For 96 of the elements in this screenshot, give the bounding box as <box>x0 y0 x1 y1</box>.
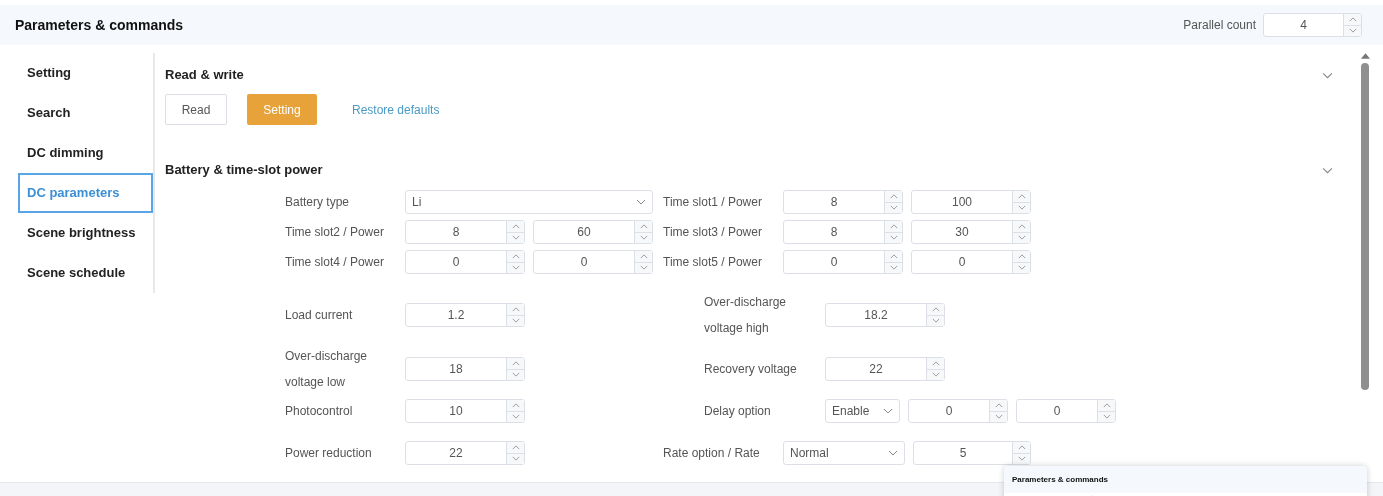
increment-icon <box>889 193 898 199</box>
dropdown[interactable]: Enable <box>825 399 900 423</box>
field-label: Rate option / Rate <box>663 445 761 462</box>
decrement-icon <box>889 265 898 271</box>
caret-icon <box>883 408 893 414</box>
number-input[interactable]: 1.2 <box>405 303 525 327</box>
field-label: Over-discharge voltage high <box>704 294 788 337</box>
decrement-icon <box>1017 205 1026 211</box>
field-label: Time slot5 / Power <box>663 254 763 271</box>
field-label: Delay option <box>704 403 772 420</box>
panel-title: Parameters & commands <box>15 15 184 35</box>
decrement-icon <box>511 372 520 378</box>
field-label: Time slot3 / Power <box>663 224 763 241</box>
number-input[interactable]: 30 <box>911 220 1031 244</box>
decrement-icon <box>931 372 940 378</box>
increment-icon <box>889 223 898 229</box>
increment-icon <box>511 360 520 366</box>
decrement-icon <box>889 235 898 241</box>
increment-icon <box>931 360 940 366</box>
number-input[interactable]: 5 <box>913 441 1031 465</box>
decrement-icon <box>511 456 520 462</box>
increment-icon <box>931 306 940 312</box>
increment-icon <box>511 444 520 450</box>
scrollbar-thumb[interactable] <box>1361 63 1369 390</box>
number-input[interactable]: 8 <box>405 220 525 244</box>
number-input[interactable]: 18.2 <box>825 303 945 327</box>
chevron-down-icon <box>1322 166 1333 174</box>
chevron-down-icon <box>1322 71 1333 79</box>
sidebar-item[interactable]: Scene schedule <box>18 253 153 293</box>
sidebar-item[interactable]: Scene brightness <box>18 213 153 253</box>
number-input[interactable]: 60 <box>533 220 653 244</box>
decrement-icon <box>511 235 520 241</box>
section-title: Read & write <box>165 66 244 85</box>
increment-icon <box>889 253 898 259</box>
number-input[interactable]: 10 <box>405 399 525 423</box>
window-preview[interactable]: Parameters & commands <box>1004 466 1367 496</box>
decrement-icon <box>511 265 520 271</box>
preview-title: Parameters & commands <box>1012 473 1109 486</box>
section-title: Battery & time-slot power <box>165 161 323 180</box>
field-label: Load current <box>285 307 354 324</box>
increment-icon <box>1017 223 1026 229</box>
number-input[interactable]: 8 <box>783 220 903 244</box>
scroll-up-icon[interactable] <box>1360 53 1370 59</box>
decrement-icon <box>931 318 940 324</box>
number-input[interactable]: 0 <box>908 399 1008 423</box>
read-button[interactable]: Read <box>165 94 227 125</box>
field-label: Time slot1 / Power <box>663 194 763 211</box>
decrement-icon <box>511 414 520 420</box>
dropdown[interactable]: Normal <box>783 441 905 465</box>
number-input[interactable]: 8 <box>783 190 903 214</box>
increment-icon <box>1348 16 1357 22</box>
number-input[interactable]: 0 <box>533 250 653 274</box>
decrement-icon <box>511 318 520 324</box>
increment-icon <box>511 223 520 229</box>
decrement-icon <box>1348 28 1357 34</box>
field-label: Over-discharge voltage low <box>285 348 369 391</box>
field-label: Time slot2 / Power <box>285 224 385 241</box>
field-label: Photocontrol <box>285 403 354 420</box>
number-input[interactable]: 22 <box>825 357 945 381</box>
caret-icon <box>888 450 898 456</box>
decrement-icon <box>1017 235 1026 241</box>
caret-icon <box>636 199 646 205</box>
dropdown[interactable]: Li <box>405 190 653 214</box>
decrement-icon <box>1017 456 1026 462</box>
increment-icon <box>639 253 648 259</box>
number-input[interactable]: 4 <box>1263 13 1362 37</box>
number-input[interactable]: 18 <box>405 357 525 381</box>
number-input[interactable]: 0 <box>1016 399 1116 423</box>
increment-icon <box>639 223 648 229</box>
increment-icon <box>511 253 520 259</box>
increment-icon <box>511 306 520 312</box>
field-label: Time slot4 / Power <box>285 254 385 271</box>
field-label: Battery type <box>285 194 351 211</box>
increment-icon <box>1102 402 1111 408</box>
number-input[interactable]: 0 <box>911 250 1031 274</box>
sidebar-item[interactable]: Search <box>18 93 153 133</box>
number-input[interactable]: 0 <box>405 250 525 274</box>
number-input[interactable]: 0 <box>783 250 903 274</box>
decrement-icon <box>639 235 648 241</box>
field-label: Recovery voltage <box>704 361 798 378</box>
number-input[interactable]: 22 <box>405 441 525 465</box>
number-input[interactable]: 100 <box>911 190 1031 214</box>
increment-icon <box>1017 444 1026 450</box>
decrement-icon <box>639 265 648 271</box>
decrement-icon <box>889 205 898 211</box>
field-label: Power reduction <box>285 445 373 462</box>
increment-icon <box>1017 193 1026 199</box>
increment-icon <box>1017 253 1026 259</box>
decrement-icon <box>1017 265 1026 271</box>
increment-icon <box>994 402 1003 408</box>
decrement-icon <box>994 414 1003 420</box>
decrement-icon <box>1102 414 1111 420</box>
increment-icon <box>511 402 520 408</box>
sidebar-item[interactable]: DC dimming <box>18 133 153 173</box>
sidebar-item[interactable]: Setting <box>18 53 153 93</box>
field-label: Parallel count <box>1183 17 1256 34</box>
